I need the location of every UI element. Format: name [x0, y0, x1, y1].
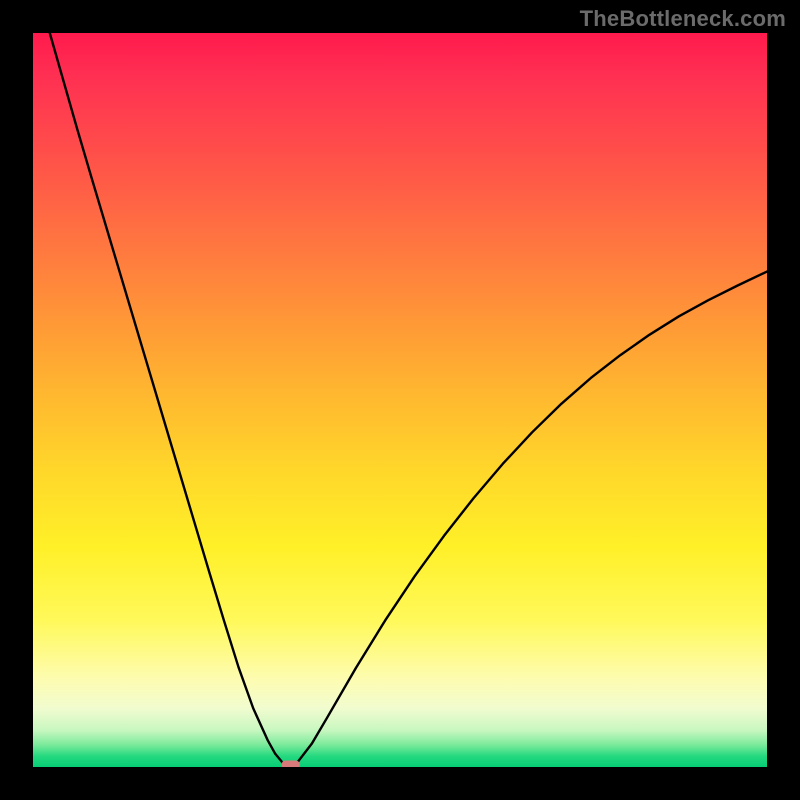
- watermark-text: TheBottleneck.com: [580, 6, 786, 32]
- curve-svg: [33, 33, 767, 767]
- minimum-marker: [282, 761, 300, 768]
- bottleneck-curve: [33, 33, 767, 766]
- chart-frame: TheBottleneck.com: [0, 0, 800, 800]
- plot-area: [33, 33, 767, 767]
